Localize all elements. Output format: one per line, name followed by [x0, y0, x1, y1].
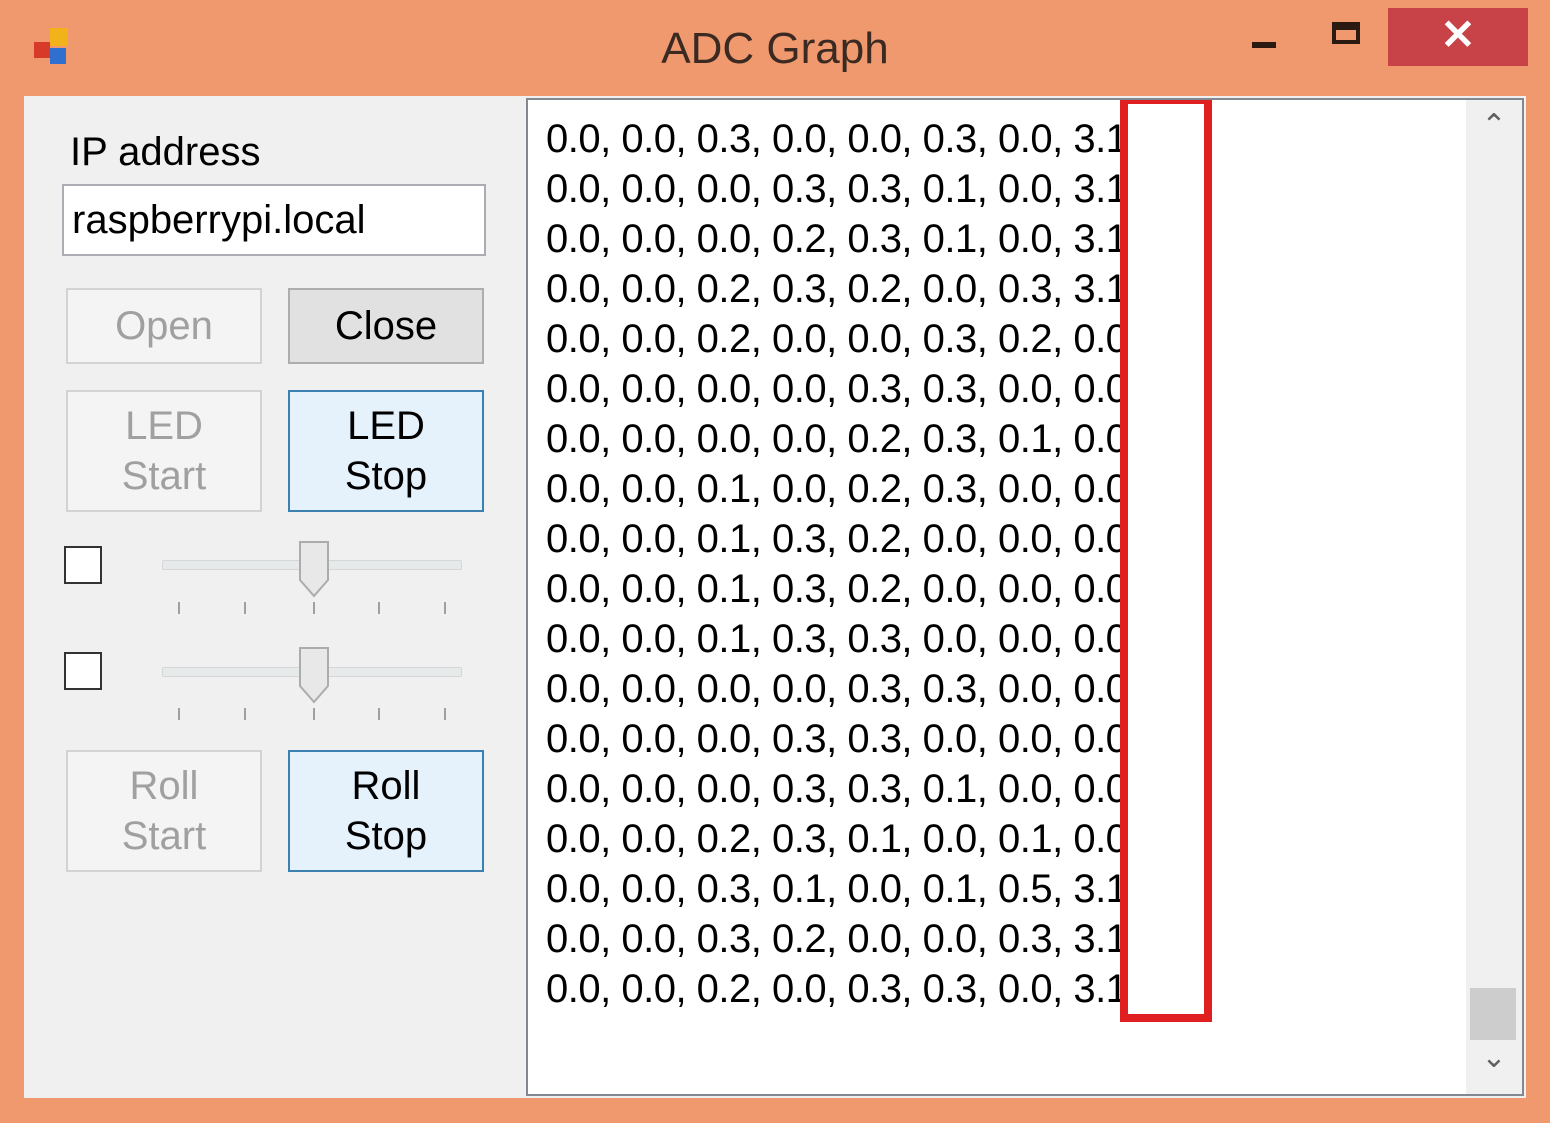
ip-address-input[interactable]: [62, 184, 486, 256]
led-stop-button[interactable]: LED Stop: [288, 390, 484, 512]
app-window: ADC Graph ✕ IP address Open Close LED St…: [0, 0, 1550, 1123]
slider-2-thumb[interactable]: [298, 646, 330, 704]
log-line: 0.0, 0.0, 0.3, 0.0, 0.0, 0.3, 0.0, 3.1: [546, 117, 1128, 161]
scroll-down-icon[interactable]: ⌄: [1466, 1040, 1522, 1094]
open-button[interactable]: Open: [66, 288, 262, 364]
log-line: 0.0, 0.0, 0.2, 0.3, 0.2, 0.0, 0.3, 3.1: [546, 267, 1128, 311]
log-line: 0.0, 0.0, 0.2, 0.0, 0.0, 0.3, 0.2, 0.0: [546, 317, 1128, 361]
slider-2-checkbox[interactable]: [64, 652, 102, 690]
ip-address-label: IP address: [70, 130, 261, 174]
slider-2-tick: [444, 708, 446, 720]
slider-1-tick: [178, 602, 180, 614]
adc-log-lines: 0.0, 0.0, 0.3, 0.0, 0.0, 0.3, 0.0, 3.1 0.…: [546, 114, 1128, 1014]
minimize-button[interactable]: [1238, 8, 1298, 66]
slider-1-tick: [444, 602, 446, 614]
log-line: 0.0, 0.0, 0.1, 0.3, 0.3, 0.0, 0.0, 0.0: [546, 617, 1128, 661]
log-line: 0.0, 0.0, 0.0, 0.3, 0.3, 0.1, 0.0, 3.1: [546, 167, 1128, 211]
slider-1-thumb[interactable]: [298, 540, 330, 598]
close-icon: ✕: [1440, 11, 1476, 58]
slider-1-tick: [313, 602, 315, 614]
log-line: 0.0, 0.0, 0.1, 0.3, 0.2, 0.0, 0.0, 0.0: [546, 517, 1128, 561]
adc-log-textbox[interactable]: 0.0, 0.0, 0.3, 0.0, 0.0, 0.3, 0.0, 3.1 0.…: [526, 98, 1524, 1096]
log-line: 0.0, 0.0, 0.2, 0.0, 0.3, 0.3, 0.0, 3.1: [546, 967, 1128, 1011]
log-line: 0.0, 0.0, 0.1, 0.0, 0.2, 0.3, 0.0, 0.0: [546, 467, 1128, 511]
vertical-scrollbar[interactable]: ⌃ ⌄: [1466, 100, 1522, 1094]
log-line: 0.0, 0.0, 0.3, 0.1, 0.0, 0.1, 0.5, 3.1: [546, 867, 1128, 911]
slider-1-checkbox[interactable]: [64, 546, 102, 584]
slider-1-tick: [244, 602, 246, 614]
scrollbar-thumb[interactable]: [1470, 988, 1516, 1040]
log-line: 0.0, 0.0, 0.3, 0.2, 0.0, 0.0, 0.3, 3.1: [546, 917, 1128, 961]
log-line: 0.0, 0.0, 0.0, 0.2, 0.3, 0.1, 0.0, 3.1: [546, 217, 1128, 261]
log-line: 0.0, 0.0, 0.1, 0.3, 0.2, 0.0, 0.0, 0.0: [546, 567, 1128, 611]
log-line: 0.0, 0.0, 0.0, 0.0, 0.3, 0.3, 0.0, 0.0: [546, 367, 1128, 411]
log-line: 0.0, 0.0, 0.0, 0.3, 0.3, 0.0, 0.0, 0.0: [546, 717, 1128, 761]
maximize-button[interactable]: [1320, 8, 1380, 66]
slider-2-tick: [313, 708, 315, 720]
log-line: 0.0, 0.0, 0.0, 0.0, 0.3, 0.3, 0.0, 0.0: [546, 667, 1128, 711]
log-line: 0.0, 0.0, 0.0, 0.0, 0.2, 0.3, 0.1, 0.0: [546, 417, 1128, 461]
roll-stop-button[interactable]: Roll Stop: [288, 750, 484, 872]
last-column-highlight: [1120, 100, 1212, 1022]
close-button[interactable]: Close: [288, 288, 484, 364]
client-area: IP address Open Close LED Start LED Stop…: [24, 96, 1526, 1098]
log-line: 0.0, 0.0, 0.0, 0.3, 0.3, 0.1, 0.0, 0.0: [546, 767, 1128, 811]
scroll-up-icon[interactable]: ⌃: [1466, 108, 1522, 168]
title-bar[interactable]: ADC Graph ✕: [0, 0, 1550, 96]
window-title: ADC Graph: [661, 24, 889, 73]
slider-2-tick: [378, 708, 380, 720]
close-window-button[interactable]: ✕: [1388, 8, 1528, 66]
slider-2-tick: [244, 708, 246, 720]
log-line: 0.0, 0.0, 0.2, 0.3, 0.1, 0.0, 0.1, 0.0: [546, 817, 1128, 861]
led-start-button[interactable]: LED Start: [66, 390, 262, 512]
slider-2-tick: [178, 708, 180, 720]
slider-1-tick: [378, 602, 380, 614]
roll-start-button[interactable]: Roll Start: [66, 750, 262, 872]
